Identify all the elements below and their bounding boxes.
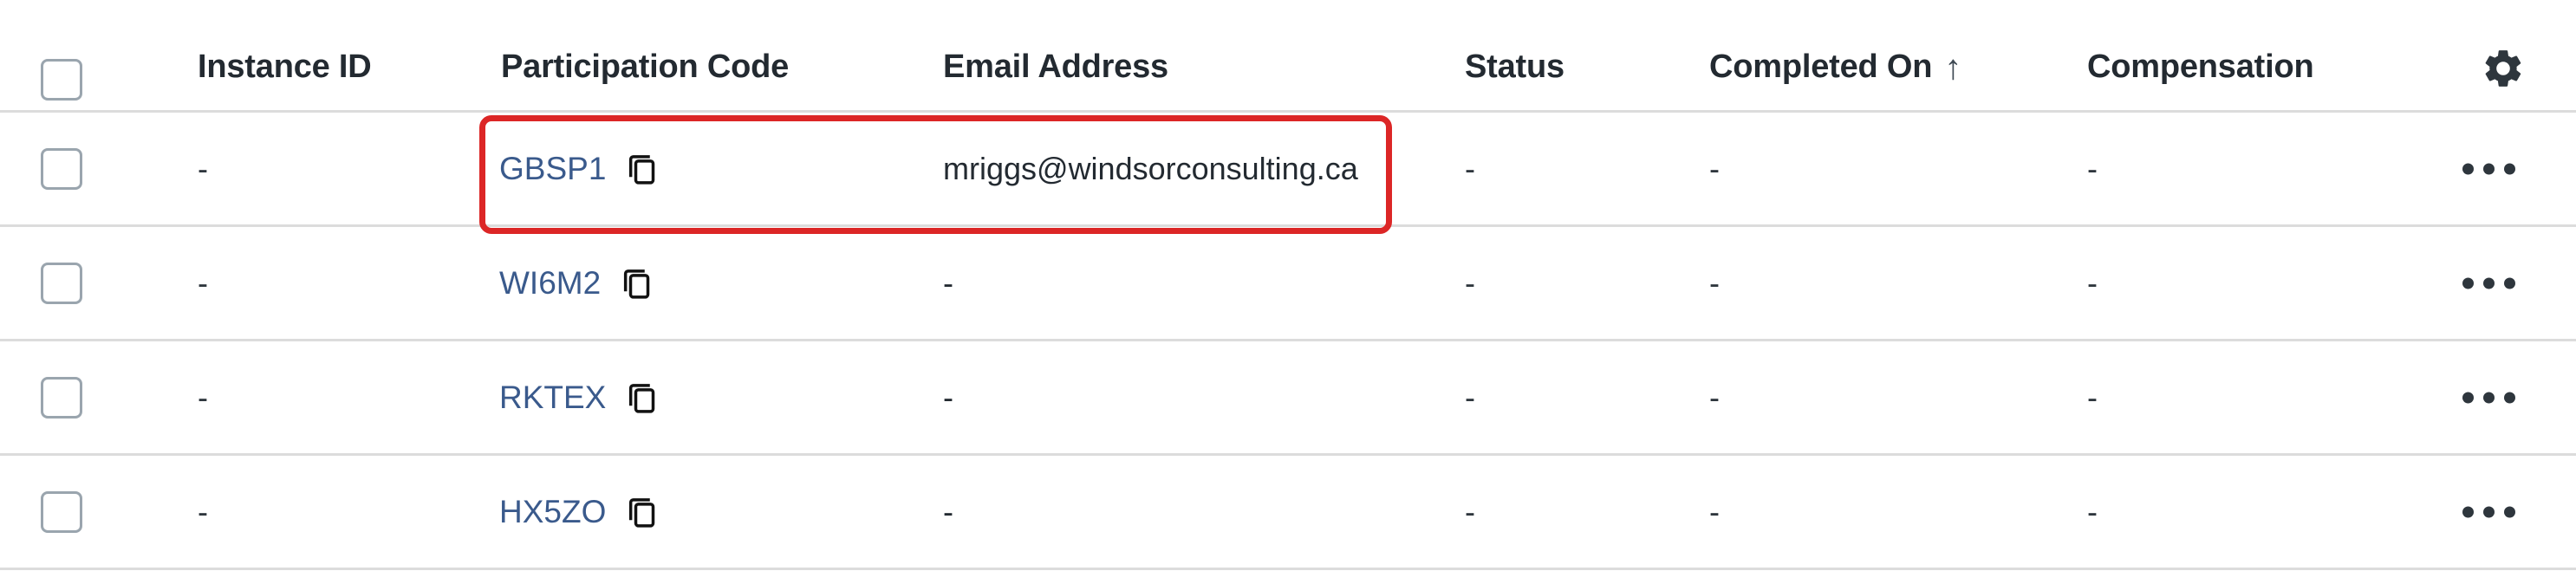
row-actions-menu-button[interactable] [2462,163,2515,174]
column-header-participation-code[interactable]: Participation Code [501,49,789,86]
cell-participation-code: RKTEX [499,380,660,415]
column-header-email-address-label: Email Address [943,49,1168,85]
column-header-email-address[interactable]: Email Address [943,49,1168,86]
row-actions-menu-button[interactable] [2462,392,2515,403]
column-header-status-label: Status [1465,49,1564,85]
participation-code-link[interactable]: HX5ZO [499,496,606,528]
participation-code-link[interactable]: RKTEX [499,381,606,413]
more-horizontal-icon-dot [2462,506,2474,517]
more-horizontal-icon-dot [2483,163,2495,174]
row-select-checkbox[interactable] [41,147,82,190]
cell-instance-id: - [198,493,208,529]
column-header-compensation-label: Compensation [2087,49,2314,85]
cell-compensation: - [2087,150,2098,186]
more-horizontal-icon-dot [2504,277,2515,289]
cell-completed-on: - [1709,264,1720,301]
cell-completed-on: - [1709,493,1720,529]
more-horizontal-icon-dot [2504,506,2515,517]
cell-status: - [1465,150,1475,186]
column-header-compensation[interactable]: Compensation [2087,49,2314,86]
more-horizontal-icon-dot [2504,163,2515,174]
cell-completed-on: - [1709,379,1720,415]
table-header-row: Instance ID Participation Code Email Add… [0,0,2576,113]
row-actions-menu-button[interactable] [2462,506,2515,517]
cell-instance-id: - [198,150,208,186]
cell-email-address: - [943,493,953,529]
row-select-checkbox[interactable] [41,376,82,419]
cell-status: - [1465,493,1475,529]
column-header-instance-id[interactable]: Instance ID [198,49,372,86]
column-header-completed-on-label: Completed On [1709,49,1933,85]
more-horizontal-icon-dot [2504,392,2515,403]
column-header-participation-code-label: Participation Code [501,49,790,85]
column-header-completed-on[interactable]: Completed On ↑ [1709,49,1961,86]
more-horizontal-icon-dot [2483,506,2495,517]
table-row[interactable]: - HX5ZO - - - - [0,456,2576,570]
select-all-checkbox[interactable] [41,59,82,101]
cell-instance-id: - [198,264,208,301]
cell-instance-id: - [198,379,208,415]
row-select-checkbox[interactable] [41,262,82,304]
row-actions-menu-button[interactable] [2462,277,2515,289]
more-horizontal-icon-dot [2483,392,2495,403]
row-select-checkbox[interactable] [41,490,82,533]
cell-compensation: - [2087,264,2098,301]
copy-icon[interactable] [620,266,654,301]
cell-status: - [1465,379,1475,415]
cell-compensation: - [2087,379,2098,415]
column-header-instance-id-label: Instance ID [198,49,372,85]
table-row[interactable]: - WI6M2 - - - - [0,227,2576,341]
table-row[interactable]: - GBSP1 mriggs@windsorconsulting.ca - - - [0,113,2576,227]
more-horizontal-icon-dot [2462,163,2474,174]
cell-email-address: mriggs@windsorconsulting.ca [943,150,1358,186]
more-horizontal-icon-dot [2462,277,2474,289]
more-horizontal-icon-dot [2483,277,2495,289]
participation-code-link[interactable]: GBSP1 [499,152,606,185]
sort-ascending-icon: ↑ [1944,49,1962,87]
copy-icon[interactable] [625,495,660,529]
cell-email-address: - [943,379,953,415]
cell-participation-code: WI6M2 [499,266,654,301]
more-horizontal-icon-dot [2462,392,2474,403]
table-row[interactable]: - RKTEX - - - - [0,341,2576,456]
cell-compensation: - [2087,493,2098,529]
copy-icon[interactable] [625,380,660,415]
participants-table: Instance ID Participation Code Email Add… [0,0,2576,571]
cell-email-address: - [943,264,953,301]
cell-completed-on: - [1709,150,1720,186]
copy-icon[interactable] [625,152,660,186]
column-header-status[interactable]: Status [1465,49,1564,86]
gear-icon[interactable] [2481,46,2526,91]
cell-participation-code: GBSP1 [499,152,660,186]
table-body: - GBSP1 mriggs@windsorconsulting.ca - - - - WI6… [0,113,2576,570]
participation-code-link[interactable]: WI6M2 [499,267,601,299]
cell-participation-code: HX5ZO [499,495,660,529]
cell-status: - [1465,264,1475,301]
